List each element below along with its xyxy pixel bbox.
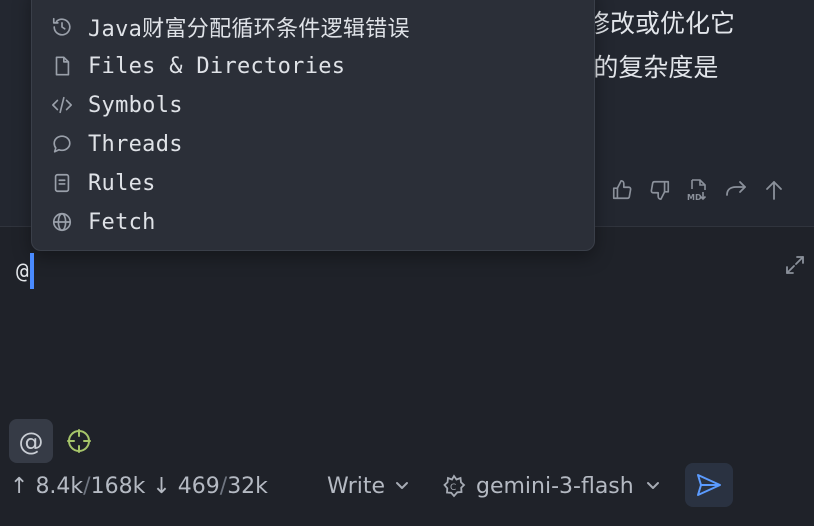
output-limit: 32k — [227, 473, 268, 499]
chevron-down-icon — [646, 482, 659, 489]
mention-button[interactable]: @ — [9, 419, 53, 463]
code-icon — [50, 93, 74, 117]
menu-item-recent-thread[interactable]: Java财富分配循环条件逻辑错误 — [50, 12, 410, 42]
svg-text:MD: MD — [687, 193, 702, 202]
thumbs-up-icon[interactable] — [608, 176, 635, 203]
markdown-export-icon[interactable]: MD — [684, 176, 711, 203]
separator: / — [83, 473, 91, 499]
send-button[interactable] — [685, 463, 733, 507]
menu-item-files-directories[interactable]: Files & Directories — [50, 51, 345, 81]
upload-arrow-icon: ↑ — [10, 473, 29, 499]
share-arrow-icon[interactable] — [722, 176, 749, 203]
menu-item-threads[interactable]: Threads — [50, 129, 183, 159]
input-tokens: 8.4k — [35, 473, 84, 499]
menu-item-label: Rules — [88, 170, 156, 196]
token-usage: ↑ 8.4k / 168k ↓ 469 / 32k — [10, 470, 268, 502]
at-sign-icon: @ — [18, 426, 44, 456]
expand-icon[interactable] — [783, 253, 807, 277]
menu-item-label: Files & Directories — [88, 53, 346, 79]
mode-label: Write — [327, 473, 386, 499]
mode-dropdown[interactable]: Write — [327, 470, 409, 502]
rules-doc-icon — [50, 171, 74, 195]
text-cursor — [30, 253, 34, 289]
message-actions: MD — [608, 176, 787, 203]
mention-popup: Java财富分配循环条件逻辑错误 Files & Directories Sym… — [31, 0, 595, 251]
model-provider-icon: C — [443, 474, 466, 498]
scroll-up-icon[interactable] — [760, 176, 787, 203]
model-dropdown[interactable]: C gemini-3-flash — [442, 470, 660, 502]
separator: / — [219, 473, 228, 499]
thumbs-down-icon[interactable] — [646, 176, 673, 203]
input-limit: 168k — [90, 473, 146, 499]
chevron-down-icon — [396, 482, 409, 489]
download-arrow-icon: ↓ — [152, 473, 171, 499]
crosshair-icon — [67, 429, 91, 453]
menu-item-label: Threads — [88, 131, 183, 157]
chat-bubble-icon — [50, 132, 74, 156]
crosshair-button[interactable] — [64, 426, 94, 456]
editor-text: @ — [16, 259, 29, 283]
svg-text:C: C — [450, 483, 456, 493]
send-icon — [697, 474, 721, 496]
menu-item-label: Java财富分配循环条件逻辑错误 — [88, 17, 410, 42]
output-tokens: 469 — [177, 473, 220, 499]
file-icon — [50, 54, 74, 78]
model-label: gemini-3-flash — [476, 473, 634, 499]
history-icon — [50, 15, 74, 39]
menu-item-rules[interactable]: Rules — [50, 168, 156, 198]
menu-item-label: Symbols — [88, 92, 183, 118]
menu-item-symbols[interactable]: Symbols — [50, 90, 183, 120]
